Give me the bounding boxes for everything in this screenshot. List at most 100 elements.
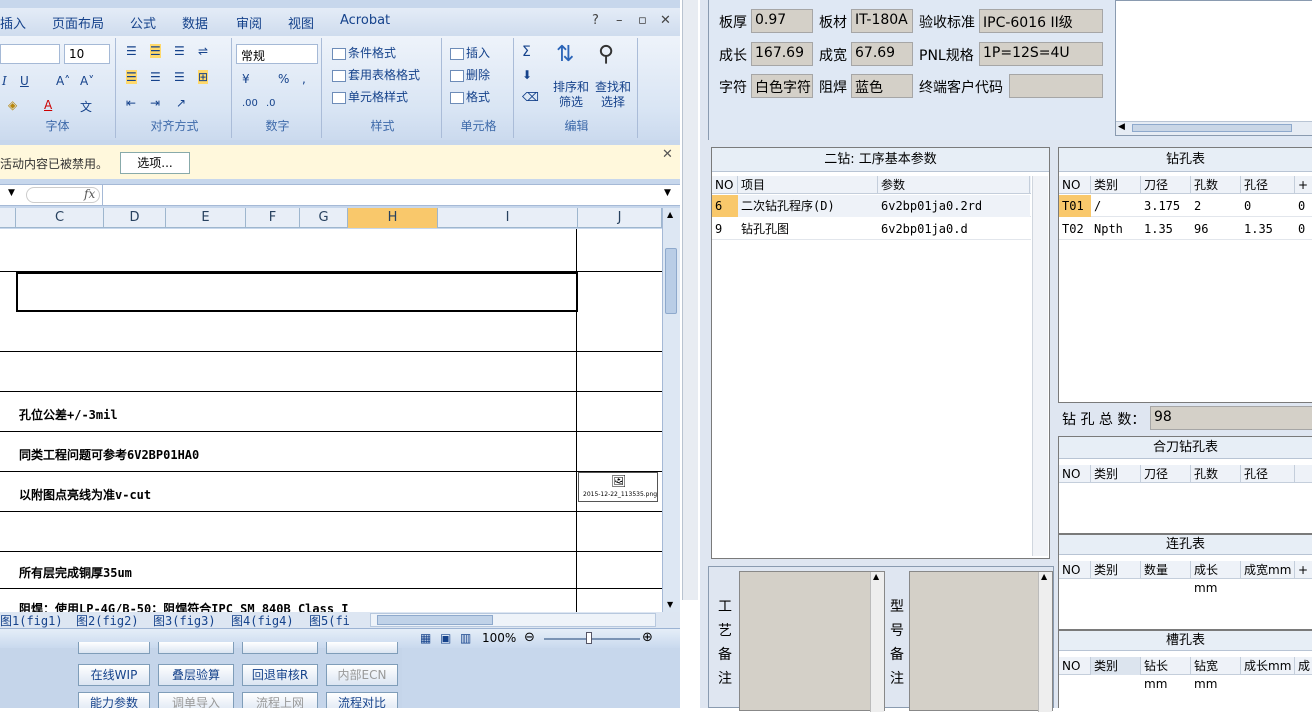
font-color-icon[interactable]: A [44, 98, 52, 112]
zoom-slider[interactable] [544, 638, 640, 640]
fill-icon[interactable]: ⬇ [522, 68, 532, 82]
sheet-tab[interactable]: 图3(fig3) [153, 612, 216, 629]
increase-decimal-icon[interactable]: .00 [242, 98, 258, 109]
tab-page-layout[interactable]: 页面布局 [52, 13, 104, 32]
fx-icon[interactable]: fx [84, 187, 95, 201]
shrink-font-icon[interactable]: A˅ [80, 74, 94, 88]
restore-icon[interactable]: ▫ [638, 13, 647, 28]
italic-icon[interactable]: I [2, 74, 7, 88]
column-header-f[interactable]: F [246, 208, 300, 228]
cell-styles-button[interactable]: 单元格样式 [332, 88, 408, 105]
phonetic-icon[interactable]: 文 [80, 98, 92, 115]
namebox-dropdown-icon[interactable]: ▼ [8, 188, 15, 198]
conditional-format-button[interactable]: 条件格式 [332, 44, 396, 61]
grow-font-icon[interactable]: A˄ [56, 74, 70, 88]
standard-field[interactable]: IPC-6016 II级 [979, 9, 1103, 33]
tab-view[interactable]: 视图 [288, 13, 314, 32]
help-icon[interactable]: ? [592, 13, 599, 28]
scroll-up-icon[interactable]: ▲ [667, 210, 673, 219]
scroll-up-icon[interactable]: ▲ [1041, 572, 1047, 581]
capability-params-button[interactable]: 能力参数 [78, 692, 150, 708]
legend-field[interactable]: 白色字符 [751, 74, 813, 98]
action-button-partial[interactable] [242, 642, 318, 654]
percent-icon[interactable]: % [278, 72, 289, 86]
hscroll-thumb[interactable] [377, 615, 493, 625]
table-row[interactable]: 所有层完成铜厚35um [0, 552, 662, 589]
tab-data[interactable]: 数据 [182, 13, 208, 32]
column-header-h[interactable]: H [348, 208, 438, 228]
table-row[interactable]: T02 Npth 1.35 96 1.35 0 [1059, 218, 1312, 240]
total-field[interactable]: 98 [1150, 406, 1312, 430]
action-button-partial[interactable] [78, 642, 150, 654]
find-select-button[interactable]: 查找和选择 [594, 80, 632, 110]
wrap-text-icon[interactable]: ⇌ [198, 44, 208, 58]
table-row[interactable]: 同类工程问题可参考6V2BP01HA0 [0, 432, 662, 472]
memo-scrollbar[interactable]: ▲ [1038, 572, 1052, 712]
thickness-field[interactable]: 0.97 [751, 9, 813, 33]
find-select-icon[interactable]: ⚲ [598, 42, 614, 67]
font-size-select[interactable]: 10 [64, 44, 110, 64]
import-order-button[interactable]: 调单导入 [158, 692, 234, 708]
process-memo-field[interactable]: ▲ [739, 571, 885, 712]
zoom-in-icon[interactable]: ⊕ [642, 630, 653, 645]
scroll-up-icon[interactable]: ▲ [873, 572, 879, 581]
sort-filter-button[interactable]: 排序和筛选 [552, 80, 590, 110]
align-bottom-icon[interactable]: ☰ [174, 44, 185, 58]
preview-hscroll[interactable]: ◀ [1116, 121, 1312, 135]
online-wip-button[interactable]: 在线WIP [78, 664, 150, 686]
scroll-thumb[interactable] [665, 248, 677, 314]
column-header-c[interactable]: C [16, 208, 104, 228]
fill-color-icon[interactable]: ◈ [8, 98, 17, 112]
expand-formula-icon[interactable]: ▼ [664, 188, 671, 198]
decrease-indent-icon[interactable]: ⇤ [126, 96, 136, 110]
preview-hscroll-thumb[interactable] [1132, 124, 1292, 132]
col-plus[interactable]: + [1295, 176, 1312, 194]
horizontal-scrollbar[interactable] [370, 613, 656, 627]
table-row[interactable]: 孔位公差+/-3mil [0, 392, 662, 432]
zoom-level[interactable]: 100% [482, 631, 516, 645]
close-message-icon[interactable]: ✕ [662, 147, 673, 162]
length-field[interactable]: 167.69 [751, 42, 813, 66]
zoom-slider-thumb[interactable] [586, 632, 592, 644]
scroll-down-icon[interactable]: ▼ [667, 600, 673, 609]
align-top-icon[interactable]: ☰ [126, 44, 137, 58]
tab-insert[interactable]: 插入 [0, 13, 26, 32]
table-row[interactable] [0, 352, 662, 392]
currency-icon[interactable]: ¥ [242, 72, 250, 86]
close-icon[interactable]: ✕ [660, 13, 671, 28]
page-layout-view-icon[interactable]: ▣ [440, 631, 451, 645]
normal-view-icon[interactable]: ▦ [420, 631, 431, 645]
tab-formulas[interactable]: 公式 [130, 13, 156, 32]
sort-filter-icon[interactable]: ⇅ [556, 42, 574, 67]
background-scrollbar[interactable] [682, 0, 698, 600]
column-header-i[interactable]: I [438, 208, 578, 228]
page-break-view-icon[interactable]: ▥ [460, 631, 471, 645]
column-header-j[interactable]: J [578, 208, 662, 228]
drill2-scrollbar[interactable] [1032, 176, 1048, 556]
pnl-field[interactable]: 1P=12S=4U [979, 42, 1103, 66]
table-row[interactable]: 9 钻孔孔图 6v2bp01ja0.d [712, 218, 1031, 240]
format-as-table-button[interactable]: 套用表格格式 [332, 66, 420, 83]
options-button[interactable]: 选项... [120, 152, 190, 174]
material-field[interactable]: IT-180A [851, 9, 913, 33]
internal-ecn-button[interactable]: 内部ECN [326, 664, 398, 686]
table-row[interactable] [0, 229, 662, 272]
tab-acrobat[interactable]: Acrobat [340, 13, 390, 28]
selected-cell[interactable] [16, 272, 578, 312]
stackup-calc-button[interactable]: 叠层验算 [158, 664, 234, 686]
sheet-tab[interactable]: 图2(fig2) [76, 612, 139, 629]
minimize-icon[interactable]: – [616, 13, 623, 28]
underline-icon[interactable]: U [20, 74, 29, 88]
table-row[interactable]: 阻焊：使用LP-4G/B-50；阻焊符合IPC SM 840B Class I [0, 589, 662, 612]
delete-cells-button[interactable]: 删除 [450, 66, 490, 83]
table-row[interactable] [0, 512, 662, 552]
insert-cells-button[interactable]: 插入 [450, 44, 490, 61]
orientation-icon[interactable]: ↗ [176, 96, 186, 110]
table-row[interactable]: 以附图点亮线为准v-cut 🖼 2015-12-22_113535.png [0, 472, 662, 512]
rollback-review-button[interactable]: 回退审核R [242, 664, 318, 686]
autosum-icon[interactable]: Σ [522, 44, 531, 60]
align-middle-icon[interactable]: ☰ [150, 44, 161, 58]
zoom-out-icon[interactable]: ⊖ [524, 630, 535, 645]
attachment-object[interactable]: 🖼 2015-12-22_113535.png [578, 472, 658, 502]
sheet-tab[interactable]: 图4(fig4) [231, 612, 294, 629]
